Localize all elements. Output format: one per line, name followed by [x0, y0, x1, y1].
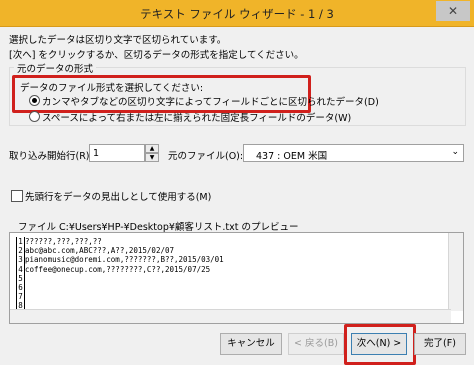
row-number: 3	[16, 255, 25, 265]
start-row-value: 1	[93, 148, 100, 159]
row-number: 7	[16, 292, 25, 302]
preview-line: pianomusic@doremi.com,???????,B??,2015/0…	[25, 255, 224, 265]
horizontal-scrollbar[interactable]	[10, 309, 451, 323]
row-number: 2	[16, 246, 25, 256]
origin-select[interactable]: 437 : OEM 米国 ⌄	[243, 144, 464, 162]
preview-row-numbers: 1 2 3 4 5 6 7 8	[16, 237, 25, 311]
format-prompt: データのファイル形式を選択してください:	[20, 83, 204, 94]
origin-label: 元のファイル(O):	[168, 151, 244, 162]
header-checkbox[interactable]	[11, 190, 23, 202]
header-checkbox-label[interactable]: 先頭行をデータの見出しとして使用する(M)	[25, 189, 211, 203]
spin-up-icon[interactable]: ▲	[145, 144, 159, 153]
finish-button[interactable]: 完了(F)	[414, 333, 466, 355]
radio-delimited[interactable]	[29, 95, 40, 106]
highlight-frame-next	[344, 324, 416, 365]
window-title: テキスト ファイル ウィザード - 1 / 3	[140, 7, 334, 21]
spin-down-icon[interactable]: ▼	[145, 153, 159, 162]
row-number: 4	[16, 264, 25, 274]
preview-line: ??????,???,???,??	[25, 237, 102, 246]
preview-label: ファイル C:¥Users¥HP-¥Desktop¥顧客リスト.txt のプレビ…	[18, 222, 299, 233]
vertical-scrollbar[interactable]	[448, 233, 463, 311]
intro-line-1: 選択したデータは区切り文字で区切られています。	[9, 35, 227, 46]
title-bar: テキスト ファイル ウィザード - 1 / 3 ✕	[0, 0, 474, 27]
row-number: 6	[16, 283, 25, 293]
preview-lines: ??????,???,???,?? abc@abc.com,ABC???,A??…	[25, 237, 224, 274]
preview-line: coffee@onecup.com,????????,C??,2015/07/2…	[25, 264, 211, 274]
origin-selected-value: 437 : OEM 米国	[256, 151, 328, 162]
radio-fixed-width-label[interactable]: スペースによって右または左に揃えられた固定長フィールドのデータ(W)	[42, 110, 351, 124]
radio-selected-dot	[32, 98, 37, 103]
start-row-label: 取り込み開始行(R):	[9, 151, 93, 162]
format-group-legend: 元のデータの形式	[14, 61, 97, 75]
radio-fixed-width[interactable]	[29, 111, 40, 122]
radio-delimited-label[interactable]: カンマやタブなどの区切り文字によってフィールドごとに区切られたデータ(D)	[42, 94, 379, 108]
row-number: 5	[16, 273, 25, 284]
preview-line: abc@abc.com,ABC???,A??,2015/02/07	[25, 246, 175, 256]
back-button[interactable]: < 戻る(B)	[288, 333, 344, 355]
cancel-button[interactable]: キャンセル	[220, 333, 282, 355]
row-number: 1	[16, 237, 25, 247]
start-row-input[interactable]: 1	[89, 144, 145, 162]
close-icon[interactable]: ✕	[436, 1, 470, 21]
preview-box[interactable]: 1 2 3 4 5 6 7 8 ??????,???,???,?? abc@ab…	[9, 232, 464, 324]
chevron-down-icon: ⌄	[451, 147, 459, 157]
intro-line-2: [次へ] をクリックするか、区切るデータの形式を指定してください。	[9, 50, 304, 61]
